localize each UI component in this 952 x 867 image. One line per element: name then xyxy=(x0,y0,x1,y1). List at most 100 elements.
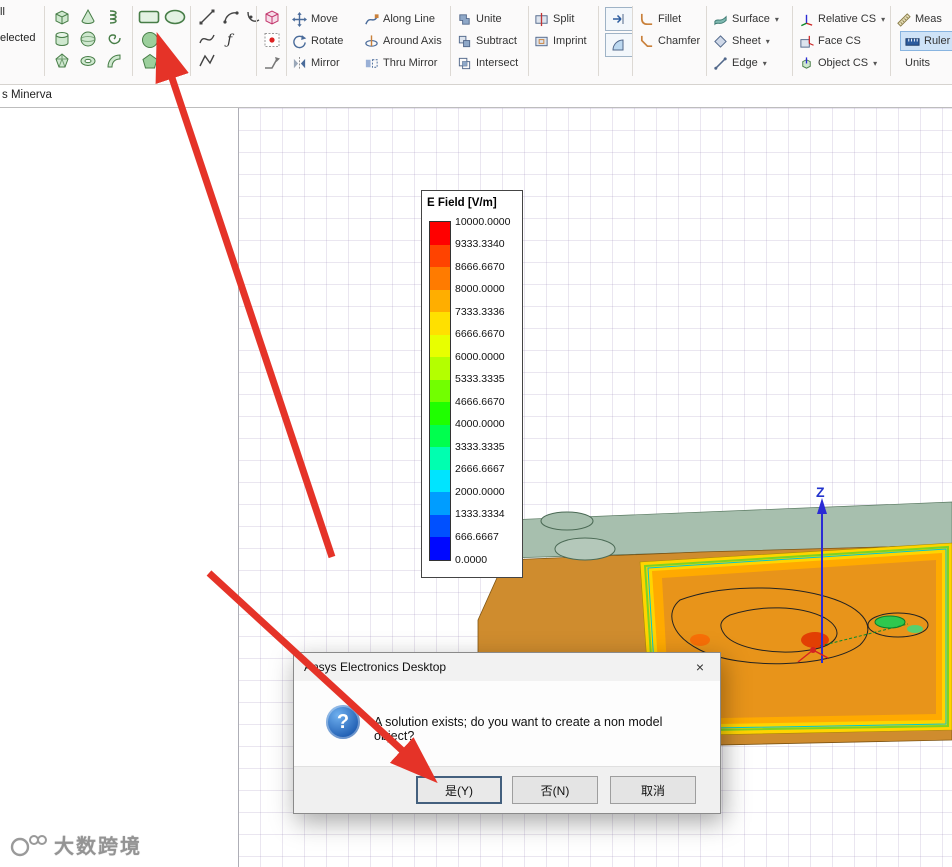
draw-box-icon[interactable] xyxy=(52,8,72,26)
draw-circle-icon[interactable] xyxy=(141,31,159,49)
draw-ellipse-icon[interactable] xyxy=(164,9,186,25)
measure-button[interactable]: Meas xyxy=(896,10,942,28)
uncover-faces-icon[interactable] xyxy=(262,8,282,26)
legend-value: 5333.3335 xyxy=(455,373,505,386)
toolbar-separator xyxy=(890,6,891,76)
ruler-toggle[interactable]: Ruler xyxy=(900,31,952,51)
draw-regular-polygon-icon[interactable] xyxy=(141,53,159,71)
legend-value: 8000.0000 xyxy=(455,283,505,296)
point-icon[interactable] xyxy=(263,32,281,48)
unite-icon xyxy=(459,13,470,25)
surface-label: Surface xyxy=(732,13,770,25)
legend-value: 0.0000 xyxy=(455,553,488,566)
pad-ellipse xyxy=(540,511,594,531)
edge-dropdown[interactable]: Edge ▾ xyxy=(713,54,767,72)
rotate-button[interactable]: Rotate xyxy=(292,32,343,50)
split-label: Split xyxy=(553,13,575,25)
legend-color-band xyxy=(430,379,450,403)
watermark: 大数跨境 xyxy=(8,830,142,859)
legend-color-band xyxy=(430,492,450,515)
move-button[interactable]: Move xyxy=(292,10,338,28)
subtract-label: Subtract xyxy=(476,35,517,47)
draw-cone-icon[interactable] xyxy=(78,8,98,26)
draw-torus-icon[interactable] xyxy=(78,52,98,70)
legend-value: 2666.6667 xyxy=(455,463,505,476)
move-label: Move xyxy=(311,13,338,25)
toolbar-separator xyxy=(286,6,287,76)
sweep-icon[interactable] xyxy=(262,54,282,72)
draw-rectangle-icon[interactable] xyxy=(138,10,160,24)
toolbar-separator xyxy=(132,6,133,76)
legend-value: 4000.0000 xyxy=(455,418,505,431)
draw-spiral-icon[interactable] xyxy=(104,30,124,48)
section-tool-button[interactable] xyxy=(605,7,633,31)
ruler-label: Ruler xyxy=(924,35,951,47)
legend-color-band xyxy=(430,267,450,290)
dialog-button-bar: 是(Y) 否(N) 取消 xyxy=(294,766,720,813)
sheet-dropdown[interactable]: Sheet ▾ xyxy=(713,32,770,50)
draw-bend-icon[interactable] xyxy=(104,52,124,70)
sweep-along-line-button[interactable]: Along Line xyxy=(364,10,435,28)
draw-arc-center-icon[interactable] xyxy=(244,8,262,26)
split-icon xyxy=(535,12,548,26)
sheet-icon xyxy=(714,34,727,48)
around-axis-icon xyxy=(365,34,378,47)
dialog-titlebar: Ansys Electronics Desktop × xyxy=(294,653,720,681)
fillet-button[interactable]: Fillet xyxy=(639,10,681,28)
draw-spline-icon[interactable] xyxy=(198,30,216,48)
object-cs-dropdown[interactable]: Object CS ▾ xyxy=(799,54,877,72)
draw-arc-3point-icon[interactable] xyxy=(222,8,240,26)
legend-color-band xyxy=(430,402,450,425)
chevron-down-icon: ▾ xyxy=(765,36,770,46)
draw-polyhedron-icon[interactable] xyxy=(52,52,72,70)
units-button[interactable]: Units xyxy=(905,54,930,72)
draw-polyline-icon[interactable] xyxy=(198,52,216,70)
close-icon[interactable]: × xyxy=(680,653,720,681)
cross-section-tool-button[interactable] xyxy=(605,33,633,57)
imprint-label: Imprint xyxy=(553,35,587,47)
sweep-thru-mirror-button[interactable]: Thru Mirror xyxy=(364,54,437,72)
fillet-label: Fillet xyxy=(658,13,682,25)
draw-line-icon[interactable] xyxy=(198,8,216,26)
no-button[interactable]: 否(N) xyxy=(512,776,598,804)
along-line-icon xyxy=(365,13,379,24)
toolbar-separator xyxy=(632,6,633,76)
face-cs-button[interactable]: Face CS xyxy=(799,32,861,50)
draw-cylinder-icon[interactable] xyxy=(52,30,72,48)
dialog-message: A solution exists; do you want to create… xyxy=(374,715,663,743)
svg-text:ƒ: ƒ xyxy=(224,32,235,48)
chevron-down-icon: ▾ xyxy=(881,14,886,24)
chamfer-label: Chamfer xyxy=(658,35,701,47)
measure-label: Meas xyxy=(915,13,942,25)
cancel-button[interactable]: 取消 xyxy=(610,776,696,804)
relative-cs-dropdown[interactable]: Relative CS ▾ xyxy=(799,10,885,28)
section-arrow-icon xyxy=(613,14,624,24)
intersect-button[interactable]: Intersect xyxy=(457,54,518,72)
mirror-button[interactable]: Mirror xyxy=(292,54,340,72)
legend-value: 2000.0000 xyxy=(455,485,505,498)
chamfer-button[interactable]: Chamfer xyxy=(639,32,700,50)
toolbar-separator xyxy=(792,6,793,76)
draw-helix-icon[interactable] xyxy=(104,8,124,26)
object-cs-label: Object CS xyxy=(818,57,869,69)
toolbar-separator xyxy=(450,6,451,76)
subtract-button[interactable]: Subtract xyxy=(457,32,517,50)
face-cs-label: Face CS xyxy=(818,35,861,47)
chamfer-icon xyxy=(640,35,653,47)
legend-value: 6000.0000 xyxy=(455,350,505,363)
unite-button[interactable]: Unite xyxy=(457,10,502,28)
legend-color-band xyxy=(430,537,450,560)
legend-bar xyxy=(429,221,451,561)
imprint-button[interactable]: Imprint xyxy=(534,32,587,50)
sweep-around-axis-button[interactable]: Around Axis xyxy=(364,32,442,50)
window-title-row: s Minerva xyxy=(0,85,952,108)
legend-color-band xyxy=(430,334,450,358)
yes-button[interactable]: 是(Y) xyxy=(416,776,502,804)
draw-sphere-icon[interactable] xyxy=(78,30,98,48)
surface-dropdown[interactable]: Surface ▾ xyxy=(713,10,779,28)
legend-value: 9333.3340 xyxy=(455,238,505,251)
draw-equation-curve-icon[interactable]: ƒ xyxy=(222,30,240,48)
legend-value: 7333.3336 xyxy=(455,305,505,318)
split-button[interactable]: Split xyxy=(534,10,574,28)
along-line-label: Along Line xyxy=(383,13,435,25)
